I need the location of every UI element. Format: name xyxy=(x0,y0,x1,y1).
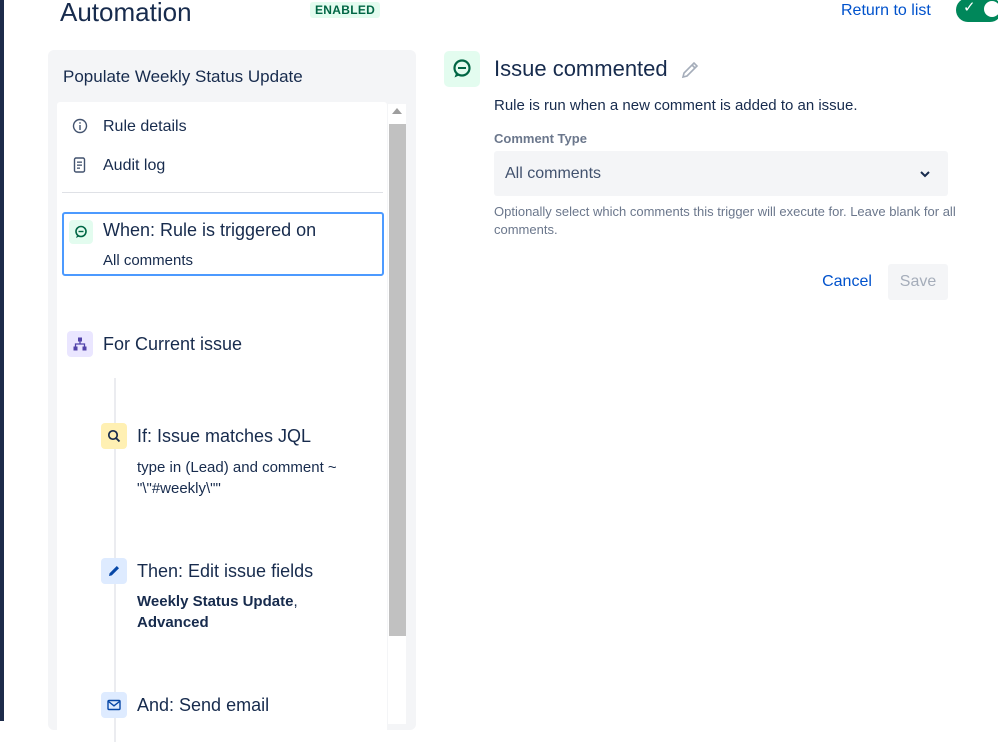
status-badge: ENABLED xyxy=(310,2,381,18)
comment-type-value: All comments xyxy=(505,165,602,182)
hierarchy-icon xyxy=(67,331,93,357)
window-edge xyxy=(0,0,4,721)
field-advanced: Advanced xyxy=(137,614,209,631)
comment-type-select[interactable]: All comments xyxy=(494,151,948,196)
condition-description: type in (Lead) and comment ~ "\"#weekly\… xyxy=(137,459,337,497)
comment-type-helper-text: Optionally select which comments this tr… xyxy=(494,204,956,237)
trigger-title: When: Rule is triggered on xyxy=(103,220,317,240)
document-icon xyxy=(72,157,88,175)
trigger-card[interactable]: When: Rule is triggered on All comments xyxy=(62,212,384,276)
comment-icon xyxy=(69,220,93,244)
field-separator: , xyxy=(293,593,298,610)
issue-commented-icon xyxy=(444,51,480,87)
save-button[interactable]: Save xyxy=(888,264,948,300)
chevron-down-icon xyxy=(918,167,932,181)
rule-outline: Rule details Audit log When: Rule is tri… xyxy=(57,102,387,742)
trigger-description: All comments xyxy=(103,252,194,269)
divider xyxy=(62,192,383,193)
page-title: Automation xyxy=(60,0,192,27)
comment-type-label: Comment Type xyxy=(494,131,587,146)
cancel-button[interactable]: Cancel xyxy=(811,264,883,300)
trigger-detail-description: Rule is run when a new comment is added … xyxy=(494,97,858,114)
condition-title[interactable]: If: Issue matches JQL xyxy=(137,426,311,446)
trigger-detail-title: Issue commented xyxy=(494,56,668,81)
pencil-icon xyxy=(101,558,127,584)
edit-title-pencil-icon[interactable] xyxy=(679,60,701,80)
field-weekly-status-update: Weekly Status Update xyxy=(137,593,294,610)
info-icon xyxy=(72,118,88,136)
scroll-thumb[interactable] xyxy=(389,124,406,636)
check-icon: ✓ xyxy=(963,0,976,16)
search-icon xyxy=(101,423,127,449)
return-to-list-link[interactable]: Return to list xyxy=(841,2,931,20)
branch-title[interactable]: For Current issue xyxy=(103,334,242,354)
rule-panel: Populate Weekly Status Update Rule detai… xyxy=(48,50,416,742)
edit-action-fields: Weekly Status Update, Advanced xyxy=(137,591,367,633)
scroll-up-arrow-icon[interactable] xyxy=(392,108,402,114)
mail-icon xyxy=(101,692,127,718)
toggle-knob xyxy=(984,1,998,17)
edit-action-title[interactable]: Then: Edit issue fields xyxy=(137,561,313,581)
audit-log-label: Audit log xyxy=(103,157,166,174)
rule-details-label: Rule details xyxy=(103,118,187,135)
email-action-title[interactable]: And: Send email xyxy=(137,695,269,715)
outline-scrollbar[interactable] xyxy=(388,104,406,724)
rule-enabled-toggle[interactable]: ✓ xyxy=(956,0,998,22)
rule-name: Populate Weekly Status Update xyxy=(63,67,303,86)
